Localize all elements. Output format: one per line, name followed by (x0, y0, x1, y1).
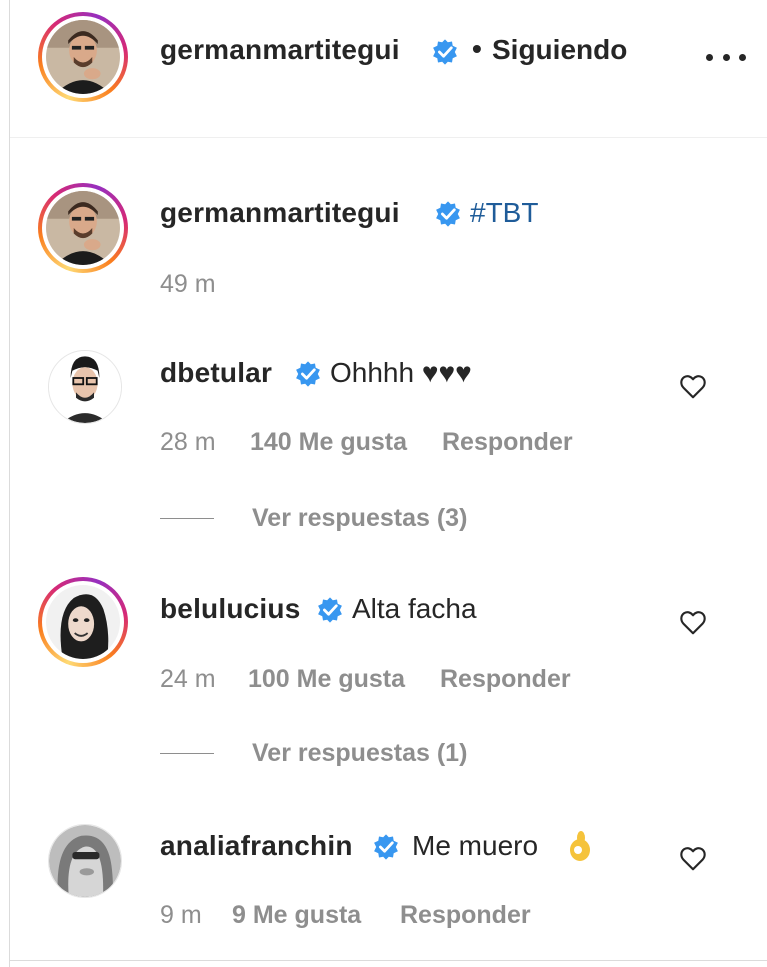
comment-likes-count[interactable]: 9 Me gusta (232, 901, 361, 930)
caption-hashtag[interactable]: #TBT (470, 197, 538, 229)
reply-button[interactable]: Responder (440, 665, 571, 694)
view-replies-link[interactable]: Ver respuestas (3) (252, 504, 467, 533)
analiafranchin-avatar-image (49, 825, 121, 897)
like-heart-icon[interactable] (678, 607, 708, 637)
verified-badge-icon (436, 201, 460, 227)
comment-likes-count[interactable]: 100 Me gusta (248, 665, 405, 694)
comment-username[interactable]: analiafranchin (160, 830, 353, 862)
left-border (0, 0, 10, 967)
reply-button[interactable]: Responder (400, 901, 531, 930)
caption-avatar[interactable] (38, 183, 128, 273)
ok-hand-emoji-icon (570, 831, 590, 861)
comment-time: 9 m (160, 901, 202, 929)
reply-button[interactable]: Responder (442, 428, 573, 457)
verified-badge-icon (374, 834, 398, 860)
view-replies-link[interactable]: Ver respuestas (1) (252, 739, 467, 768)
german-avatar-image (46, 191, 120, 265)
verified-badge-icon (433, 39, 457, 65)
comment-text: Me muero (412, 830, 539, 861)
like-heart-icon[interactable] (678, 843, 708, 873)
header-avatar[interactable] (38, 12, 128, 102)
more-options-icon[interactable] (706, 42, 746, 72)
dbetular-avatar-image (49, 351, 121, 423)
bottom-divider (10, 960, 767, 961)
belulucius-avatar-image (46, 585, 120, 659)
following-button[interactable]: Siguiendo (492, 34, 627, 66)
comment-time: 24 m (160, 665, 216, 693)
header-username[interactable]: germanmartitegui (160, 34, 400, 66)
replies-divider-line (160, 518, 214, 519)
german-avatar-image (46, 20, 120, 94)
caption-username[interactable]: germanmartitegui (160, 197, 400, 229)
post-header: germanmartitegui • Siguiendo (10, 0, 767, 138)
comment-username[interactable]: dbetular (160, 357, 272, 389)
like-heart-icon[interactable] (678, 371, 708, 401)
verified-badge-icon (318, 597, 342, 623)
replies-divider-line (160, 753, 214, 754)
separator-dot: • (472, 33, 482, 64)
comment-avatar-analiafranchin[interactable] (48, 824, 122, 898)
comment-avatar-belulucius[interactable] (38, 577, 128, 667)
comment-avatar-dbetular[interactable] (48, 350, 122, 424)
comment-likes-count[interactable]: 140 Me gusta (250, 428, 407, 457)
comment-text: Ohhhh ♥♥♥ (330, 357, 472, 388)
comment-text: Alta facha (352, 593, 477, 624)
verified-badge-icon (296, 361, 320, 387)
caption-time: 49 m (160, 270, 216, 298)
comment-time: 28 m (160, 428, 216, 456)
comment-username[interactable]: belulucius (160, 593, 300, 625)
